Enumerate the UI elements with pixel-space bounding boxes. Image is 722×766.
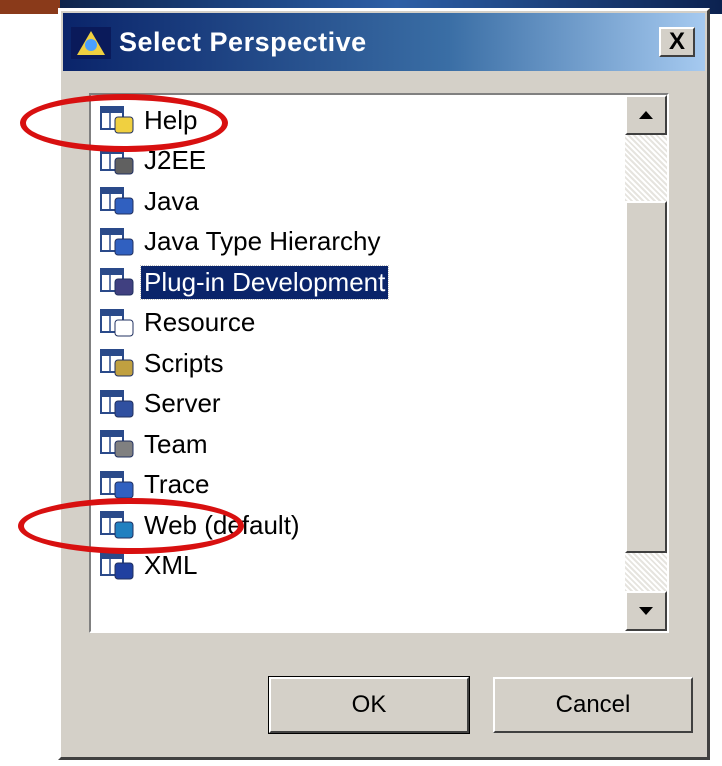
- perspective-item[interactable]: J2EE: [99, 142, 209, 180]
- perspective-item[interactable]: Team: [99, 425, 211, 463]
- resource-perspective-icon: [100, 308, 134, 336]
- select-perspective-dialog: Select Perspective X Help J2EE Java Java Ty…: [58, 8, 710, 760]
- perspective-item[interactable]: Server: [99, 385, 224, 423]
- perspective-label: Plug-in Development: [139, 264, 390, 300]
- perspective-label: XML: [144, 550, 198, 580]
- perspective-label: J2EE: [144, 145, 207, 175]
- perspective-label: Web (default): [144, 509, 300, 540]
- perspective-item[interactable]: Plug-in Development: [99, 263, 390, 301]
- perspective-label: Scripts: [144, 347, 224, 378]
- scroll-down-button[interactable]: [625, 591, 667, 631]
- java-perspective-icon: [100, 187, 134, 215]
- close-button[interactable]: X: [659, 27, 695, 57]
- perspective-item[interactable]: Java: [99, 182, 202, 220]
- perspective-label: Java Type Hierarchy: [144, 226, 381, 256]
- arrow-up-icon: [639, 111, 653, 119]
- perspective-label: Server: [144, 388, 221, 418]
- help-perspective-icon: [100, 106, 134, 134]
- perspective-label: Team: [144, 428, 208, 459]
- perspective-item[interactable]: Trace: [99, 466, 213, 504]
- web-perspective-icon: [100, 511, 134, 539]
- perspective-items: Help J2EE Java Java Type Hierarchy Plug-in D…: [91, 95, 623, 631]
- perspective-item[interactable]: Help: [99, 101, 200, 139]
- perspective-label: Trace: [144, 469, 210, 499]
- perspective-app-icon: [71, 27, 111, 59]
- ok-button[interactable]: OK: [268, 676, 470, 734]
- xml-perspective-icon: [100, 551, 134, 579]
- plugin-development-icon: [100, 268, 134, 296]
- perspective-item[interactable]: XML: [99, 547, 200, 585]
- trace-perspective-icon: [100, 470, 134, 498]
- java-type-hierarchy-icon: [100, 227, 134, 255]
- team-perspective-icon: [100, 430, 134, 458]
- scrollbar-thumb[interactable]: [625, 201, 667, 553]
- j2ee-perspective-icon: [100, 146, 134, 174]
- scripts-perspective-icon: [100, 349, 134, 377]
- arrow-down-icon: [639, 607, 653, 615]
- server-perspective-icon: [100, 389, 134, 417]
- dialog-title: Select Perspective: [119, 27, 367, 57]
- perspective-item[interactable]: Web (default): [99, 506, 303, 544]
- perspective-item[interactable]: Resource: [99, 304, 258, 342]
- perspective-label: Java: [144, 185, 199, 216]
- title-bar[interactable]: Select Perspective X: [63, 13, 705, 71]
- scroll-up-button[interactable]: [625, 95, 667, 135]
- perspective-item[interactable]: Java Type Hierarchy: [99, 223, 384, 261]
- perspective-label: Help: [144, 104, 198, 135]
- perspective-label: Resource: [144, 307, 256, 337]
- perspective-item[interactable]: Scripts: [99, 344, 226, 382]
- cancel-button[interactable]: Cancel: [493, 677, 693, 733]
- vertical-scrollbar[interactable]: [625, 95, 667, 631]
- perspective-list[interactable]: Help J2EE Java Java Type Hierarchy Plug-in D…: [89, 93, 669, 633]
